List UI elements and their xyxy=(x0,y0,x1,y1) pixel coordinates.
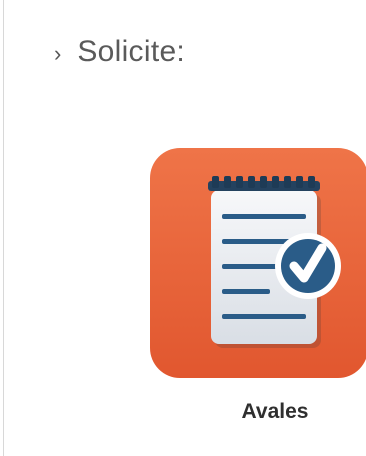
notepad-checklist-icon[interactable] xyxy=(150,148,366,378)
app-tile-avales[interactable]: Avales xyxy=(150,148,366,423)
section-title: Solicite: xyxy=(77,35,186,68)
chevron-right-icon: › xyxy=(54,41,62,66)
app-label[interactable]: Avales xyxy=(216,400,334,424)
section-heading: › Solicite: xyxy=(54,32,185,72)
page: › Solicite: Avales xyxy=(0,0,366,456)
left-divider xyxy=(3,0,4,456)
